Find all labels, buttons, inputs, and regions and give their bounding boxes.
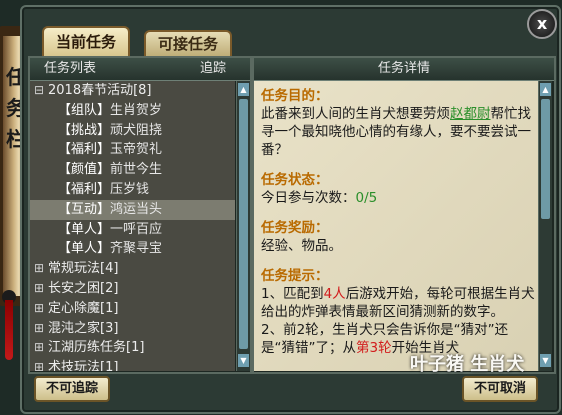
quest-group-label: 混沌之家[3] — [48, 320, 119, 336]
quest-group-label: 术技玩法[1] — [48, 360, 119, 371]
goal-text: 此番来到人间的生肖犬想要劳烦赵都尉帮忙找寻一个最知晓他心情的有缘人，要不要尝试一… — [261, 106, 531, 158]
quest-title: 前世今生 — [110, 162, 163, 178]
quest-title: 压岁钱 — [110, 181, 150, 197]
quest-title: 玉帝贺礼 — [110, 142, 163, 158]
quest-detail-content: 任务目的： 此番来到人间的生肖犬想要劳烦赵都尉帮忙找寻一个最知晓他心情的有缘人，… — [254, 81, 538, 371]
untrack-button[interactable]: 不可追踪 — [34, 376, 111, 402]
scroll-thumb[interactable] — [541, 99, 550, 219]
expand-icon[interactable]: ⊞ — [34, 358, 48, 371]
quest-title: 齐聚寻宝 — [110, 241, 163, 257]
quest-type-tag: 【互动】 — [58, 201, 111, 217]
quest-type-tag: 【单人】 — [58, 221, 111, 237]
quest-title: 生肖贺岁 — [110, 102, 163, 118]
quest-detail-header: 任务详情 — [254, 58, 554, 81]
quest-list-scrollbar[interactable]: ▲ ▼ — [236, 81, 250, 371]
quest-group[interactable]: ⊟ 2018春节活动[8] — [30, 81, 235, 101]
quest-detail-panel: 任务详情 任务目的： 此番来到人间的生肖犬想要劳烦赵都尉帮忙找寻一个最知晓他心情… — [252, 56, 556, 374]
quest-title: 顽犬阻挠 — [110, 122, 163, 138]
quest-title: 一呼百应 — [110, 221, 163, 237]
quest-group[interactable]: ⊞ 长安之困[2] — [30, 279, 235, 299]
quest-title: 鸿运当头 — [110, 201, 163, 217]
status-text: 今日参与次数：0/5 — [261, 190, 378, 206]
quest-detail-title: 任务详情 — [377, 61, 430, 76]
scroll-thumb[interactable] — [239, 99, 248, 349]
expand-icon[interactable]: ⊞ — [34, 319, 48, 339]
quest-item[interactable]: 【互动】鸿运当头 — [30, 199, 235, 220]
close-button[interactable]: x — [527, 9, 557, 39]
quest-item[interactable]: 【单人】齐聚寻宝 — [30, 239, 235, 259]
expand-icon[interactable]: ⊞ — [34, 259, 48, 279]
quest-group[interactable]: ⊞ 常规玩法[4] — [30, 259, 235, 279]
scroll-down-arrow[interactable]: ▼ — [540, 354, 551, 367]
scroll-down-arrow[interactable]: ▼ — [238, 354, 249, 367]
reward-heading: 任务奖励： — [261, 220, 329, 236]
quest-group-label: 定心除魔[1] — [48, 300, 119, 316]
quest-type-tag: 【单人】 — [58, 241, 111, 257]
quest-item[interactable]: 【颜值】前世今生 — [30, 160, 235, 180]
status-count: 0/5 — [355, 190, 378, 206]
quest-list-title: 任务列表 — [44, 61, 97, 76]
red-tassel-decoration — [5, 300, 13, 360]
status-heading: 任务状态： — [261, 172, 329, 188]
hint-heading: 任务提示： — [261, 268, 329, 284]
quest-list: ⊟ 2018春节活动[8] 【组队】生肖贺岁 【挑战】顽犬阻挠 【福利】玉帝贺礼 【颜值】… — [30, 81, 235, 371]
scroll-up-arrow[interactable]: ▲ — [540, 83, 551, 96]
expand-icon[interactable]: ⊞ — [34, 338, 48, 358]
quest-group-label: 长安之困[2] — [48, 280, 119, 296]
quest-group-label: 常规玩法[4] — [48, 261, 119, 277]
quest-group-label: 2018春节活动[8] — [48, 83, 152, 98]
npc-link[interactable]: 赵都尉 — [450, 106, 491, 122]
quest-item[interactable]: 【福利】压岁钱 — [30, 180, 235, 200]
quest-detail-scrollbar[interactable]: ▲ ▼ — [538, 81, 552, 371]
quest-group[interactable]: ⊞ 定心除魔[1] — [30, 299, 235, 319]
quest-type-tag: 【挑战】 — [58, 122, 111, 138]
goal-heading: 任务目的： — [261, 88, 329, 104]
quest-group[interactable]: ⊞ 术技玩法[1] — [30, 358, 235, 371]
collapse-icon[interactable]: ⊟ — [34, 81, 48, 101]
tab-current-quests[interactable]: 当前任务 — [42, 26, 131, 56]
track-column-title: 追踪 — [199, 61, 226, 76]
quest-list-panel: 任务列表 追踪 ⊟ 2018春节活动[8] 【组队】生肖贺岁 【挑战】顽犬阻挠 【福利】… — [28, 56, 252, 374]
quest-item[interactable]: 【单人】一呼百应 — [30, 220, 235, 240]
tab-available-quests[interactable]: 可接任务 — [144, 30, 233, 56]
quest-group-label: 江湖历练任务[1] — [48, 340, 145, 356]
hint-one: 1、匹配到4人后游戏开始，每轮可根据生肖犬给出的炸弹表情最新区间猜测新的数字。 — [261, 286, 535, 320]
quest-group[interactable]: ⊞ 混沌之家[3] — [30, 319, 235, 339]
quest-type-tag: 【颜值】 — [58, 162, 111, 178]
quest-type-tag: 【福利】 — [58, 142, 111, 158]
cancel-quest-button[interactable]: 不可取消 — [462, 376, 539, 402]
reward-text: 经验、物品。 — [261, 238, 342, 254]
quest-item[interactable]: 【挑战】顽犬阻挠 — [30, 121, 235, 141]
quest-item[interactable]: 【组队】生肖贺岁 — [30, 101, 235, 121]
expand-icon[interactable]: ⊞ — [34, 299, 48, 319]
quest-group[interactable]: ⊞ 江湖历练任务[1] — [30, 338, 235, 358]
quest-type-tag: 【福利】 — [58, 181, 111, 197]
scroll-up-arrow[interactable]: ▲ — [238, 83, 249, 96]
expand-icon[interactable]: ⊞ — [34, 279, 48, 299]
quest-list-header: 任务列表 追踪 — [30, 58, 250, 81]
quest-type-tag: 【组队】 — [58, 102, 111, 118]
quest-item[interactable]: 【福利】玉帝贺礼 — [30, 140, 235, 160]
watermark: 叶子猪 生肖犬 — [410, 354, 525, 375]
